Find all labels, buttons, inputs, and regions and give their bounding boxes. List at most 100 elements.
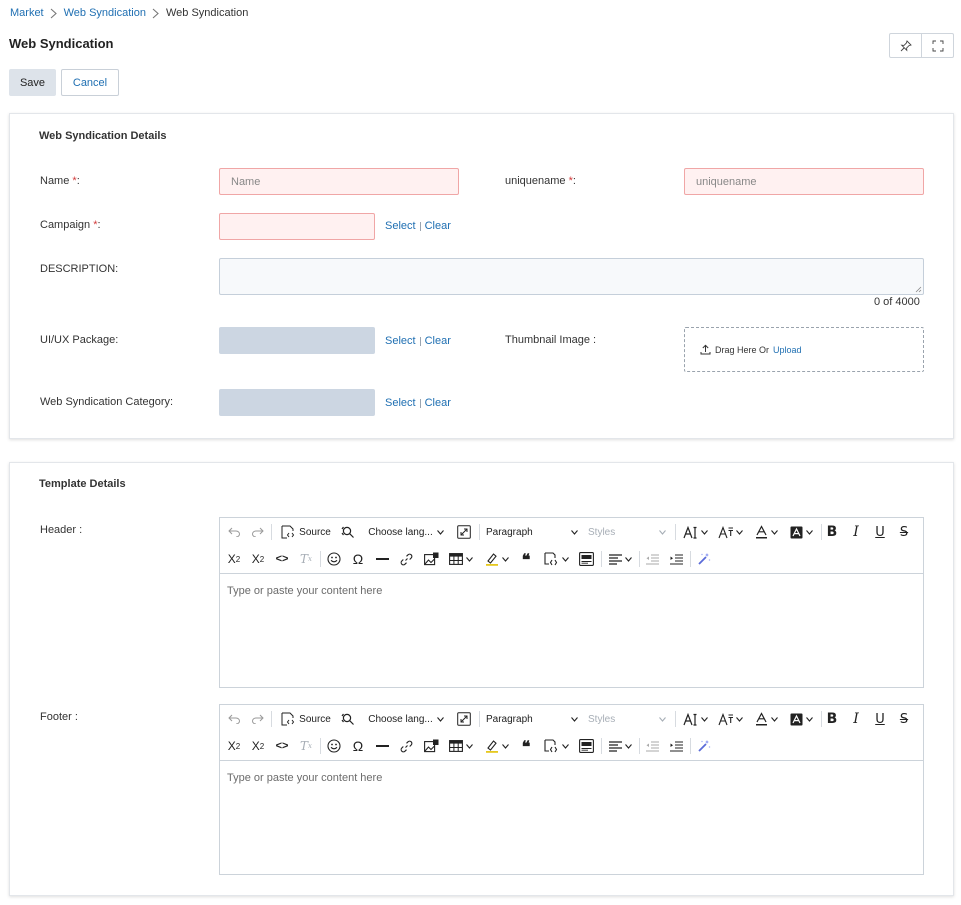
code-language-label: Choose lang... — [368, 713, 433, 725]
source-button[interactable]: Source — [280, 705, 332, 733]
heading-dropdown[interactable]: Paragraph — [486, 705, 578, 733]
category-clear-link[interactable]: Clear — [425, 397, 451, 409]
redo-icon[interactable] — [249, 705, 265, 733]
code-block-dropdown[interactable] — [540, 732, 572, 760]
block-quote-icon[interactable]: ❝ — [517, 545, 535, 573]
name-input[interactable]: Name — [219, 168, 459, 195]
magic-wand-icon[interactable] — [696, 545, 712, 573]
link-icon[interactable] — [398, 732, 414, 760]
strikethrough-icon[interactable]: S — [896, 518, 912, 546]
undo-icon[interactable] — [226, 518, 242, 546]
bold-icon[interactable]: B — [824, 518, 840, 546]
chevron-down-icon — [701, 716, 708, 722]
underline-icon[interactable]: U — [872, 518, 888, 546]
thumbnail-dropzone[interactable]: Drag Here Or Upload — [684, 327, 924, 372]
styles-dropdown[interactable]: Styles — [588, 705, 666, 733]
italic-icon[interactable]: I — [848, 705, 864, 733]
outdent-icon[interactable] — [643, 732, 661, 760]
alignment-dropdown[interactable] — [606, 545, 634, 573]
alignment-dropdown[interactable] — [606, 732, 634, 760]
cancel-button[interactable]: Cancel — [61, 69, 119, 96]
insert-table-dropdown[interactable] — [446, 545, 476, 573]
emoji-icon[interactable] — [326, 732, 342, 760]
horizontal-line-icon[interactable] — [374, 732, 390, 760]
uiux-package-clear-link[interactable]: Clear — [425, 335, 451, 347]
emoji-icon[interactable] — [326, 545, 342, 573]
upload-link[interactable]: Upload — [773, 345, 802, 355]
remove-format-icon[interactable]: Tx — [298, 545, 314, 573]
highlight-dropdown[interactable] — [481, 732, 512, 760]
code-icon[interactable]: <> — [274, 545, 290, 573]
category-select-link[interactable]: Select — [385, 397, 416, 409]
header-icon-group — [889, 33, 954, 58]
source-button[interactable]: Source — [280, 518, 332, 546]
table-icon — [449, 740, 463, 752]
bold-icon[interactable]: B — [824, 705, 840, 733]
breadcrumb-web-syndication[interactable]: Web Syndication — [64, 7, 146, 19]
undo-icon[interactable] — [226, 705, 242, 733]
chevron-down-icon — [466, 556, 473, 562]
save-button[interactable]: Save — [9, 69, 56, 96]
special-characters-icon[interactable]: Ω — [350, 732, 366, 760]
subscript-icon[interactable]: X2 — [225, 545, 243, 573]
html-embed-icon[interactable] — [577, 732, 595, 760]
description-textarea[interactable] — [219, 258, 924, 295]
html-embed-icon[interactable] — [577, 545, 595, 573]
insert-image-icon[interactable] — [422, 545, 440, 573]
remove-format-icon[interactable]: Tx — [298, 732, 314, 760]
font-size-dropdown[interactable] — [681, 705, 710, 733]
superscript-icon[interactable]: X2 — [249, 545, 267, 573]
underline-icon[interactable]: U — [872, 705, 888, 733]
breadcrumb: Market Web Syndication Web Syndication — [10, 6, 248, 20]
horizontal-line-icon[interactable] — [374, 545, 390, 573]
font-size-dropdown[interactable] — [681, 518, 710, 546]
find-replace-icon[interactable] — [339, 705, 357, 733]
code-icon[interactable]: <> — [274, 732, 290, 760]
chevron-down-icon — [771, 529, 778, 535]
code-block-dropdown[interactable] — [540, 545, 572, 573]
font-color-dropdown[interactable] — [752, 518, 781, 546]
font-family-dropdown[interactable] — [716, 518, 745, 546]
category-input[interactable] — [219, 389, 375, 416]
editor-content-area[interactable]: Type or paste your content here — [220, 573, 923, 687]
breadcrumb-market[interactable]: Market — [10, 7, 44, 19]
heading-dropdown[interactable]: Paragraph — [486, 518, 578, 546]
fullscreen-icon[interactable] — [921, 34, 953, 57]
superscript-icon[interactable]: X2 — [249, 732, 267, 760]
uniquename-input[interactable]: uniquename — [684, 168, 924, 195]
uiux-package-input[interactable] — [219, 327, 375, 354]
insert-image-icon[interactable] — [422, 732, 440, 760]
background-color-dropdown[interactable] — [786, 518, 816, 546]
insert-table-dropdown[interactable] — [446, 732, 476, 760]
outdent-icon[interactable] — [643, 545, 661, 573]
code-language-dropdown[interactable]: Choose lang... — [366, 705, 446, 733]
font-size-icon — [683, 525, 697, 539]
heading-label: Paragraph — [486, 526, 533, 538]
campaign-select-link[interactable]: Select — [385, 220, 416, 232]
font-family-dropdown[interactable] — [716, 705, 745, 733]
resize-handle-icon[interactable] — [915, 286, 922, 293]
block-quote-icon[interactable]: ❝ — [517, 732, 535, 760]
maximize-icon[interactable] — [456, 518, 472, 546]
highlight-dropdown[interactable] — [481, 545, 512, 573]
uiux-package-select-link[interactable]: Select — [385, 335, 416, 347]
campaign-input[interactable] — [219, 213, 375, 240]
styles-dropdown[interactable]: Styles — [588, 518, 666, 546]
italic-icon[interactable]: I — [848, 518, 864, 546]
find-replace-icon[interactable] — [339, 518, 357, 546]
campaign-clear-link[interactable]: Clear — [425, 220, 451, 232]
maximize-icon[interactable] — [456, 705, 472, 733]
indent-icon[interactable] — [667, 732, 685, 760]
redo-icon[interactable] — [249, 518, 265, 546]
special-characters-icon[interactable]: Ω — [350, 545, 366, 573]
background-color-dropdown[interactable] — [786, 705, 816, 733]
editor-content-area[interactable]: Type or paste your content here — [220, 760, 923, 874]
pin-icon[interactable] — [890, 34, 921, 57]
strikethrough-icon[interactable]: S — [896, 705, 912, 733]
subscript-icon[interactable]: X2 — [225, 732, 243, 760]
font-color-dropdown[interactable] — [752, 705, 781, 733]
magic-wand-icon[interactable] — [696, 732, 712, 760]
link-icon[interactable] — [398, 545, 414, 573]
indent-icon[interactable] — [667, 545, 685, 573]
code-language-dropdown[interactable]: Choose lang... — [366, 518, 446, 546]
